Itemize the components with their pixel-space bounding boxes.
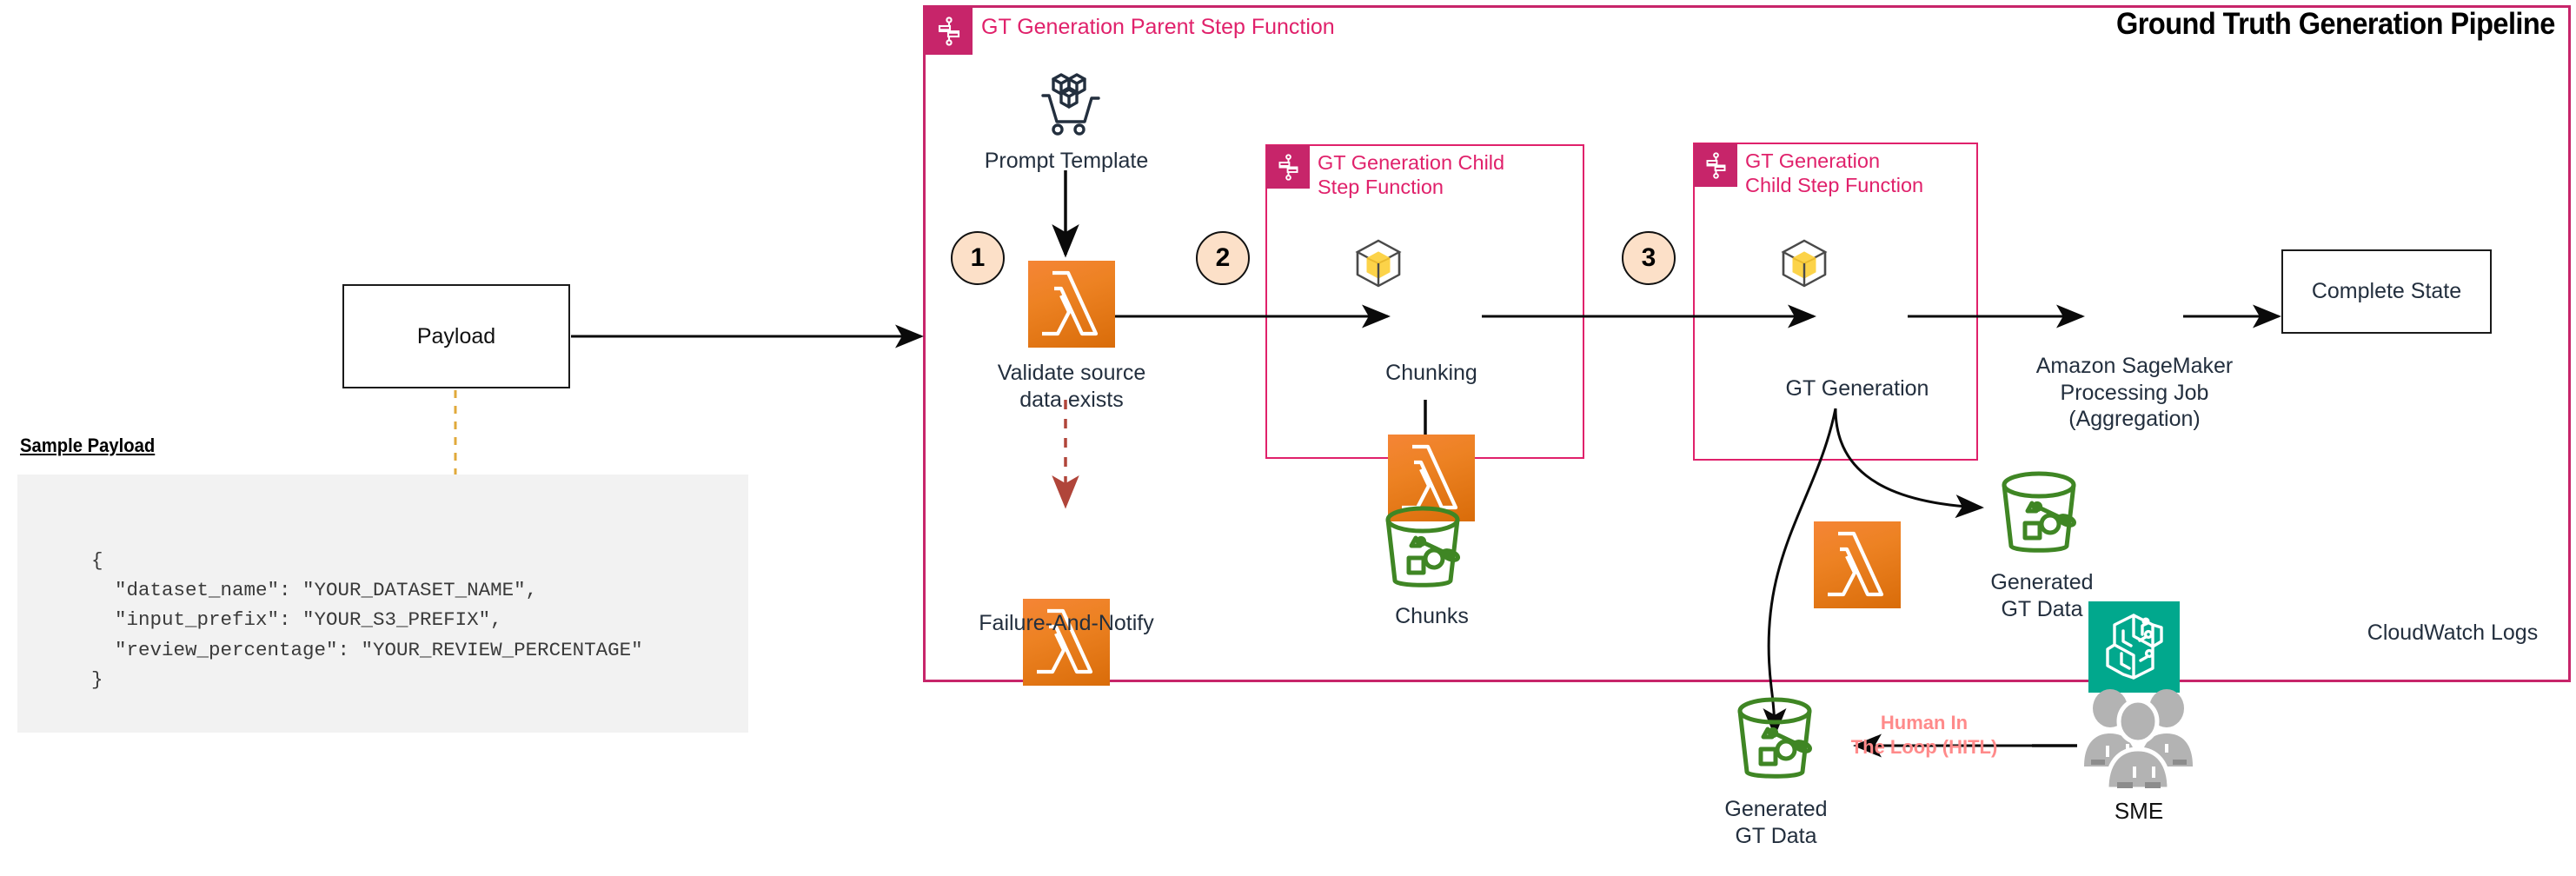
sample-payload-panel: { "dataset_name": "YOUR_DATASET_NAME", "… <box>17 474 748 733</box>
prompt-template-node <box>1026 68 1105 137</box>
amazon-s3-bucket-icon <box>1992 469 2089 562</box>
complete-state-label: Complete State <box>2311 279 2462 303</box>
aws-lambda-icon <box>1028 261 1115 348</box>
step-functions-icon <box>1266 145 1310 189</box>
map-state-cube-icon <box>1351 236 1405 290</box>
chunking-label: Chunking <box>1385 361 1477 385</box>
sagemaker-label: Amazon SageMaker Processing Job (Aggrega… <box>2035 354 2234 431</box>
sample-payload-code: { "dataset_name": "YOUR_DATASET_NAME", "… <box>91 549 643 691</box>
failure-and-notify-label: Failure-And-Notify <box>979 611 1154 635</box>
prompt-template-cart-icon <box>1026 68 1105 137</box>
amazon-s3-bucket-icon <box>1728 695 1825 788</box>
child-step-function-container-2: GT Generation Child Step Function <box>1693 143 1978 461</box>
hitl-label: Human In The Loop (HITL) <box>1850 712 1998 758</box>
aws-lambda-icon <box>1814 521 1901 608</box>
generated-gt-data-bottom-label: Generated GT Data <box>1724 797 1828 848</box>
step-number-3: 3 <box>1622 231 1676 285</box>
users-group-icon <box>2079 687 2199 795</box>
sample-payload-title: Sample Payload <box>20 435 156 456</box>
payload-box: Payload <box>342 284 570 388</box>
prompt-template-label: Prompt Template <box>984 149 1149 173</box>
payload-box-label: Payload <box>416 323 496 348</box>
sme-label: SME <box>2114 798 2164 824</box>
child-step-function-container-1: GT Generation Child Step Function <box>1265 144 1584 459</box>
step-number-2: 2 <box>1196 231 1250 285</box>
complete-state-box: Complete State <box>2281 249 2492 334</box>
child-step-function-label-2: GT Generation Child Step Function <box>1745 149 1924 196</box>
amazon-s3-bucket-icon <box>1376 504 1473 597</box>
generated-gt-data-top-label: Generated GT Data <box>1990 570 2094 621</box>
step-functions-icon <box>925 7 973 55</box>
gt-generation-label: GT Generation <box>1785 376 1929 401</box>
validate-source-label: Validate source data exists <box>997 361 1146 412</box>
map-state-cube-icon <box>1777 236 1831 290</box>
cloudwatch-logs-label: CloudWatch Logs <box>2367 620 2539 645</box>
page-title: Ground Truth Generation Pipeline <box>2116 7 2555 41</box>
chunks-label: Chunks <box>1395 604 1469 628</box>
step-number-1: 1 <box>951 231 1005 285</box>
step-functions-icon <box>1694 143 1737 187</box>
parent-step-function-label: GT Generation Parent Step Function <box>981 15 1335 39</box>
diagram-canvas: GT Generation Parent Step Function Groun… <box>0 0 2576 876</box>
child-step-function-label-1: GT Generation Child Step Function <box>1318 151 1505 198</box>
